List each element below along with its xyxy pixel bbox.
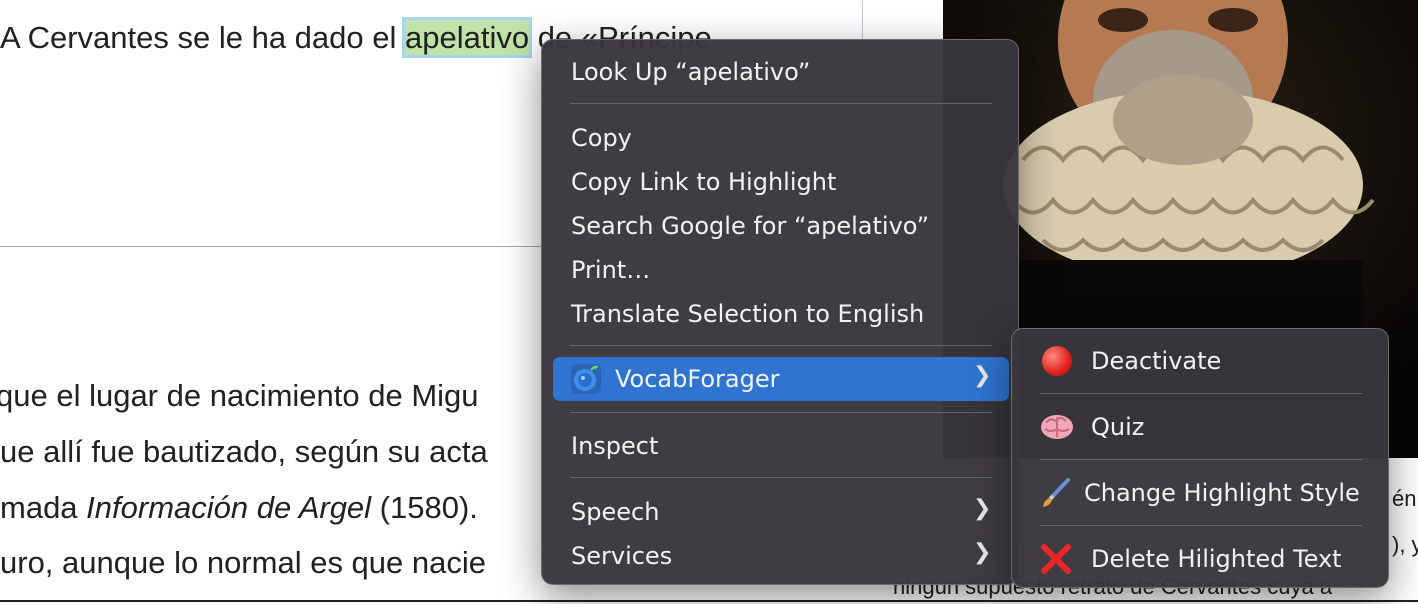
services-label: Services [571,542,673,570]
menu-item-speech[interactable]: Speech ❯ [542,490,1020,534]
menu-separator [1040,459,1362,460]
red-circle-icon [1042,346,1072,376]
menu-item-copy-link-to-highlight[interactable]: Copy Link to Highlight [571,160,836,204]
delete-highlighted-text-label: Delete Hilighted Text [1091,545,1342,573]
paintbrush-icon [1040,477,1072,513]
article-line-2: que el lugar de nacimiento de Migu [0,378,479,413]
vocabforager-icon [571,364,601,394]
change-highlight-style-label: Change Highlight Style [1084,479,1360,507]
submenu-item-change-highlight-style[interactable]: Change Highlight Style [1012,471,1390,515]
text-before-highlight: A Cervantes se le ha dado el [0,20,405,55]
submenu-item-delete-highlighted-text[interactable]: Delete Hilighted Text [1012,537,1390,581]
highlighted-word[interactable]: apelativo [404,20,530,55]
submenu-item-deactivate[interactable]: Deactivate [1012,339,1390,383]
chevron-right-icon: ❯ [973,540,992,565]
speech-label: Speech [571,498,660,526]
quiz-label: Quiz [1091,413,1145,441]
menu-separator [570,103,992,104]
menu-separator [1040,393,1362,394]
menu-separator [570,345,992,346]
caption-fragment-1: én [1392,486,1417,511]
vocabforager-submenu: Deactivate Quiz Change Highlight Style D… [1011,328,1389,588]
article-line-4: mada Información de Argel (1580). [0,490,478,526]
menu-item-search-google[interactable]: Search Google for “apelativo” [571,204,929,248]
chevron-right-icon: ❯ [973,496,992,521]
article-line-3: ue allí fue bautizado, según su acta [0,434,488,469]
context-menu: Look Up “apelativo” Copy Copy Link to Hi… [541,39,1019,585]
line4-text: mada [0,490,87,525]
menu-separator [570,412,992,413]
menu-item-inspect[interactable]: Inspect [571,424,658,468]
menu-separator [570,477,992,478]
chevron-right-icon: ❯ [973,363,992,388]
article-line-5: uro, aunque lo normal es que nacie [0,545,486,580]
line4-italic-title: Información de Argel [86,490,372,525]
submenu-item-quiz[interactable]: Quiz [1012,405,1390,449]
deactivate-label: Deactivate [1091,347,1222,375]
menu-separator [1040,525,1362,526]
vocabforager-label: VocabForager [615,365,780,393]
brain-icon [1040,413,1074,445]
menu-item-look-up[interactable]: Look Up “apelativo” [571,50,810,94]
menu-item-services[interactable]: Services ❯ [542,534,1020,578]
menu-item-copy[interactable]: Copy [571,116,632,160]
caption-fragment-2: ), y [1392,532,1418,557]
red-x-icon [1040,543,1072,579]
line4-year: (1580). [371,490,478,525]
menu-item-print[interactable]: Print… [571,248,650,292]
menu-item-vocabforager[interactable]: VocabForager ❯ [553,357,1009,401]
bottom-divider [0,600,1418,602]
menu-item-translate[interactable]: Translate Selection to English [571,292,924,336]
